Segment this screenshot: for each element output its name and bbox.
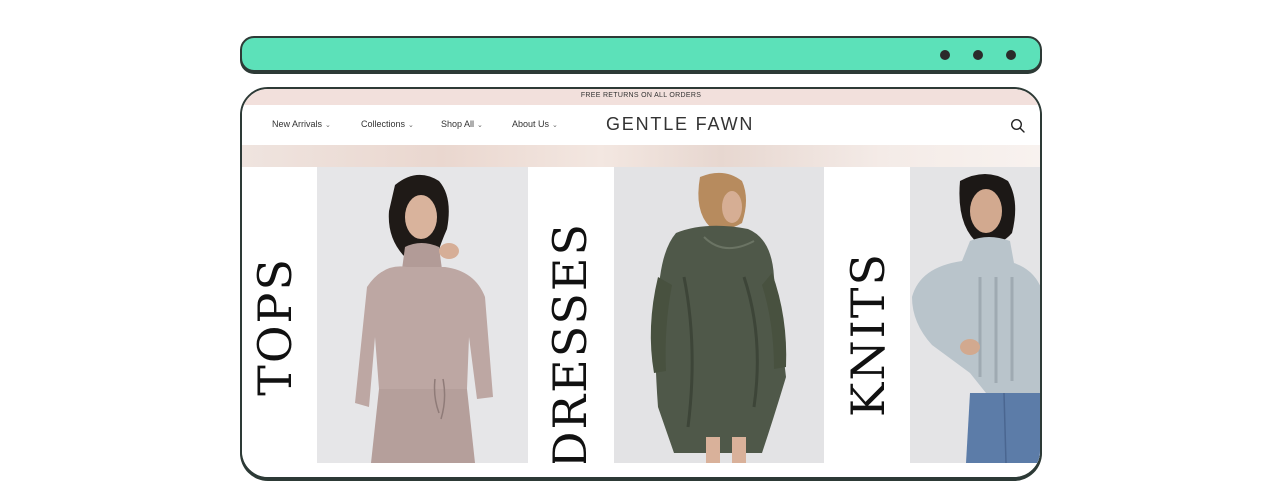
- chevron-down-icon: ⌄: [477, 122, 483, 129]
- category-grid: TOPS DRESSES KNITS: [242, 167, 1040, 468]
- category-label-knits[interactable]: KNITS: [841, 252, 895, 417]
- nav-item-label: Shop All: [441, 119, 475, 129]
- browser-window: FREE RETURNS ON ALL ORDERS New Arrivals ⌄…: [240, 87, 1042, 479]
- category-image-knits[interactable]: [910, 167, 1040, 463]
- divider: [572, 477, 798, 479]
- announcement-bar: FREE RETURNS ON ALL ORDERS: [242, 89, 1040, 105]
- category-image-dresses[interactable]: [614, 167, 824, 463]
- nav-item-collections[interactable]: Collections ⌄: [361, 119, 414, 129]
- brand-word: GENTLE: [606, 114, 689, 134]
- nav-item-new-arrivals[interactable]: New Arrivals ⌄: [272, 119, 331, 129]
- window-dot-icon[interactable]: [1006, 50, 1016, 60]
- chevron-down-icon: ⌄: [325, 122, 331, 129]
- chevron-down-icon: ⌄: [552, 122, 558, 129]
- nav-item-label: Collections: [361, 119, 406, 129]
- category-label-dresses[interactable]: DRESSES: [543, 222, 597, 468]
- nav-item-label: About Us: [512, 119, 550, 129]
- category-label-tops[interactable]: TOPS: [248, 257, 302, 396]
- window-dot-icon[interactable]: [973, 50, 983, 60]
- next-row-preview: [242, 463, 1042, 479]
- nav-item-about-us[interactable]: About Us ⌄: [512, 119, 558, 129]
- hero-banner-strip: [242, 145, 1040, 167]
- divider: [868, 477, 1042, 479]
- window-dot-icon[interactable]: [940, 50, 950, 60]
- search-icon[interactable]: [1010, 118, 1026, 134]
- brand-word: FAWN: [695, 114, 755, 134]
- brand-logo[interactable]: GENTLE FAWN: [606, 114, 754, 135]
- browser-top-bar: [240, 36, 1042, 72]
- chevron-down-icon: ⌄: [408, 122, 414, 129]
- nav-item-label: New Arrivals: [272, 119, 323, 129]
- category-image-tops[interactable]: [317, 167, 528, 463]
- divider: [276, 477, 500, 479]
- site-header: New Arrivals ⌄ Collections ⌄ Shop All ⌄ Abo…: [242, 105, 1040, 145]
- nav-item-shop-all[interactable]: Shop All ⌄: [441, 119, 483, 129]
